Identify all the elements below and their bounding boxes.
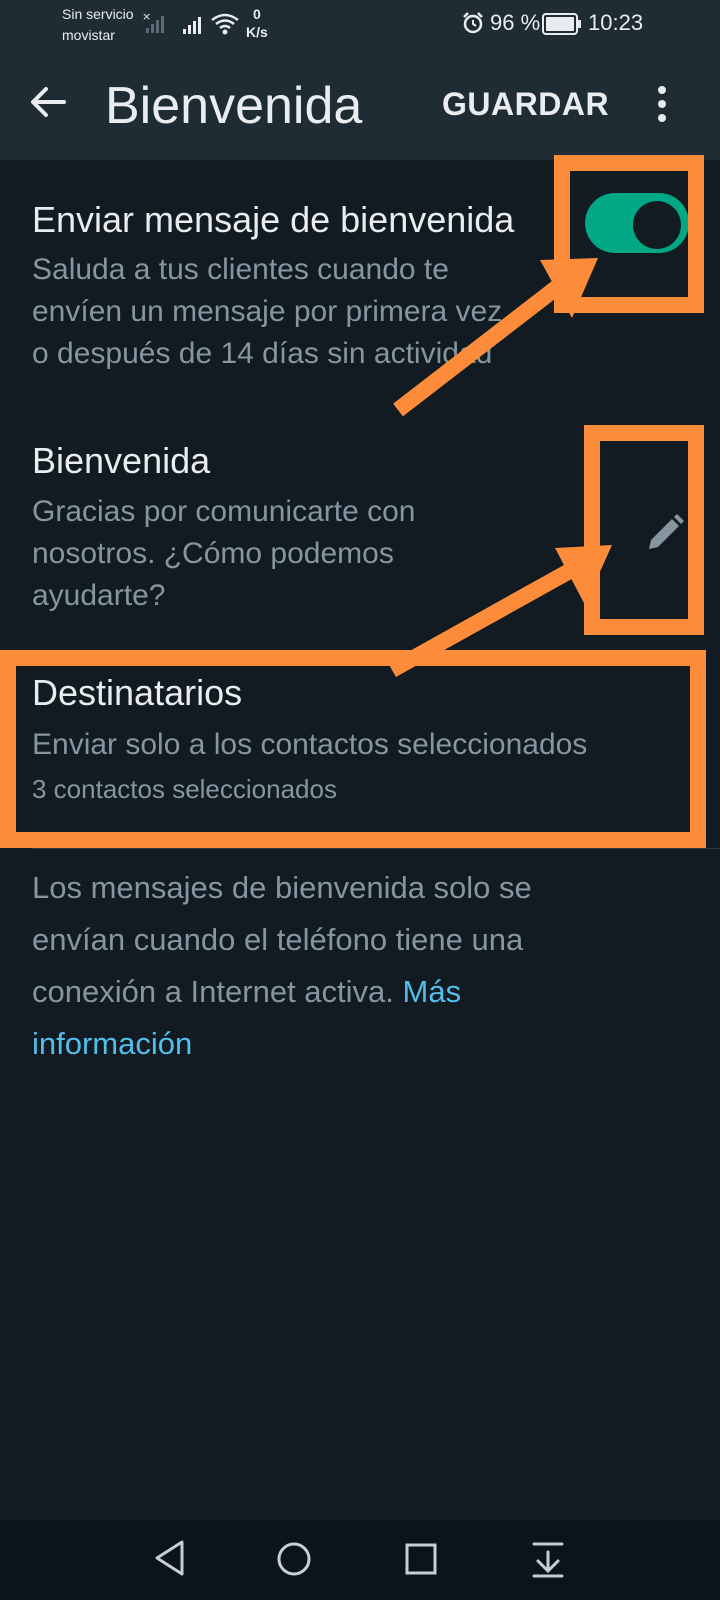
nav-recents-icon[interactable] xyxy=(404,1542,438,1576)
navigation-bar xyxy=(0,1520,720,1600)
nav-home-icon[interactable] xyxy=(275,1540,313,1578)
annotation-arrows xyxy=(388,258,612,677)
nav-back-icon[interactable] xyxy=(152,1538,188,1578)
nav-notifications-icon[interactable] xyxy=(530,1540,566,1578)
arrow-line-toggle xyxy=(393,278,565,417)
arrow-line-edit xyxy=(388,561,579,677)
